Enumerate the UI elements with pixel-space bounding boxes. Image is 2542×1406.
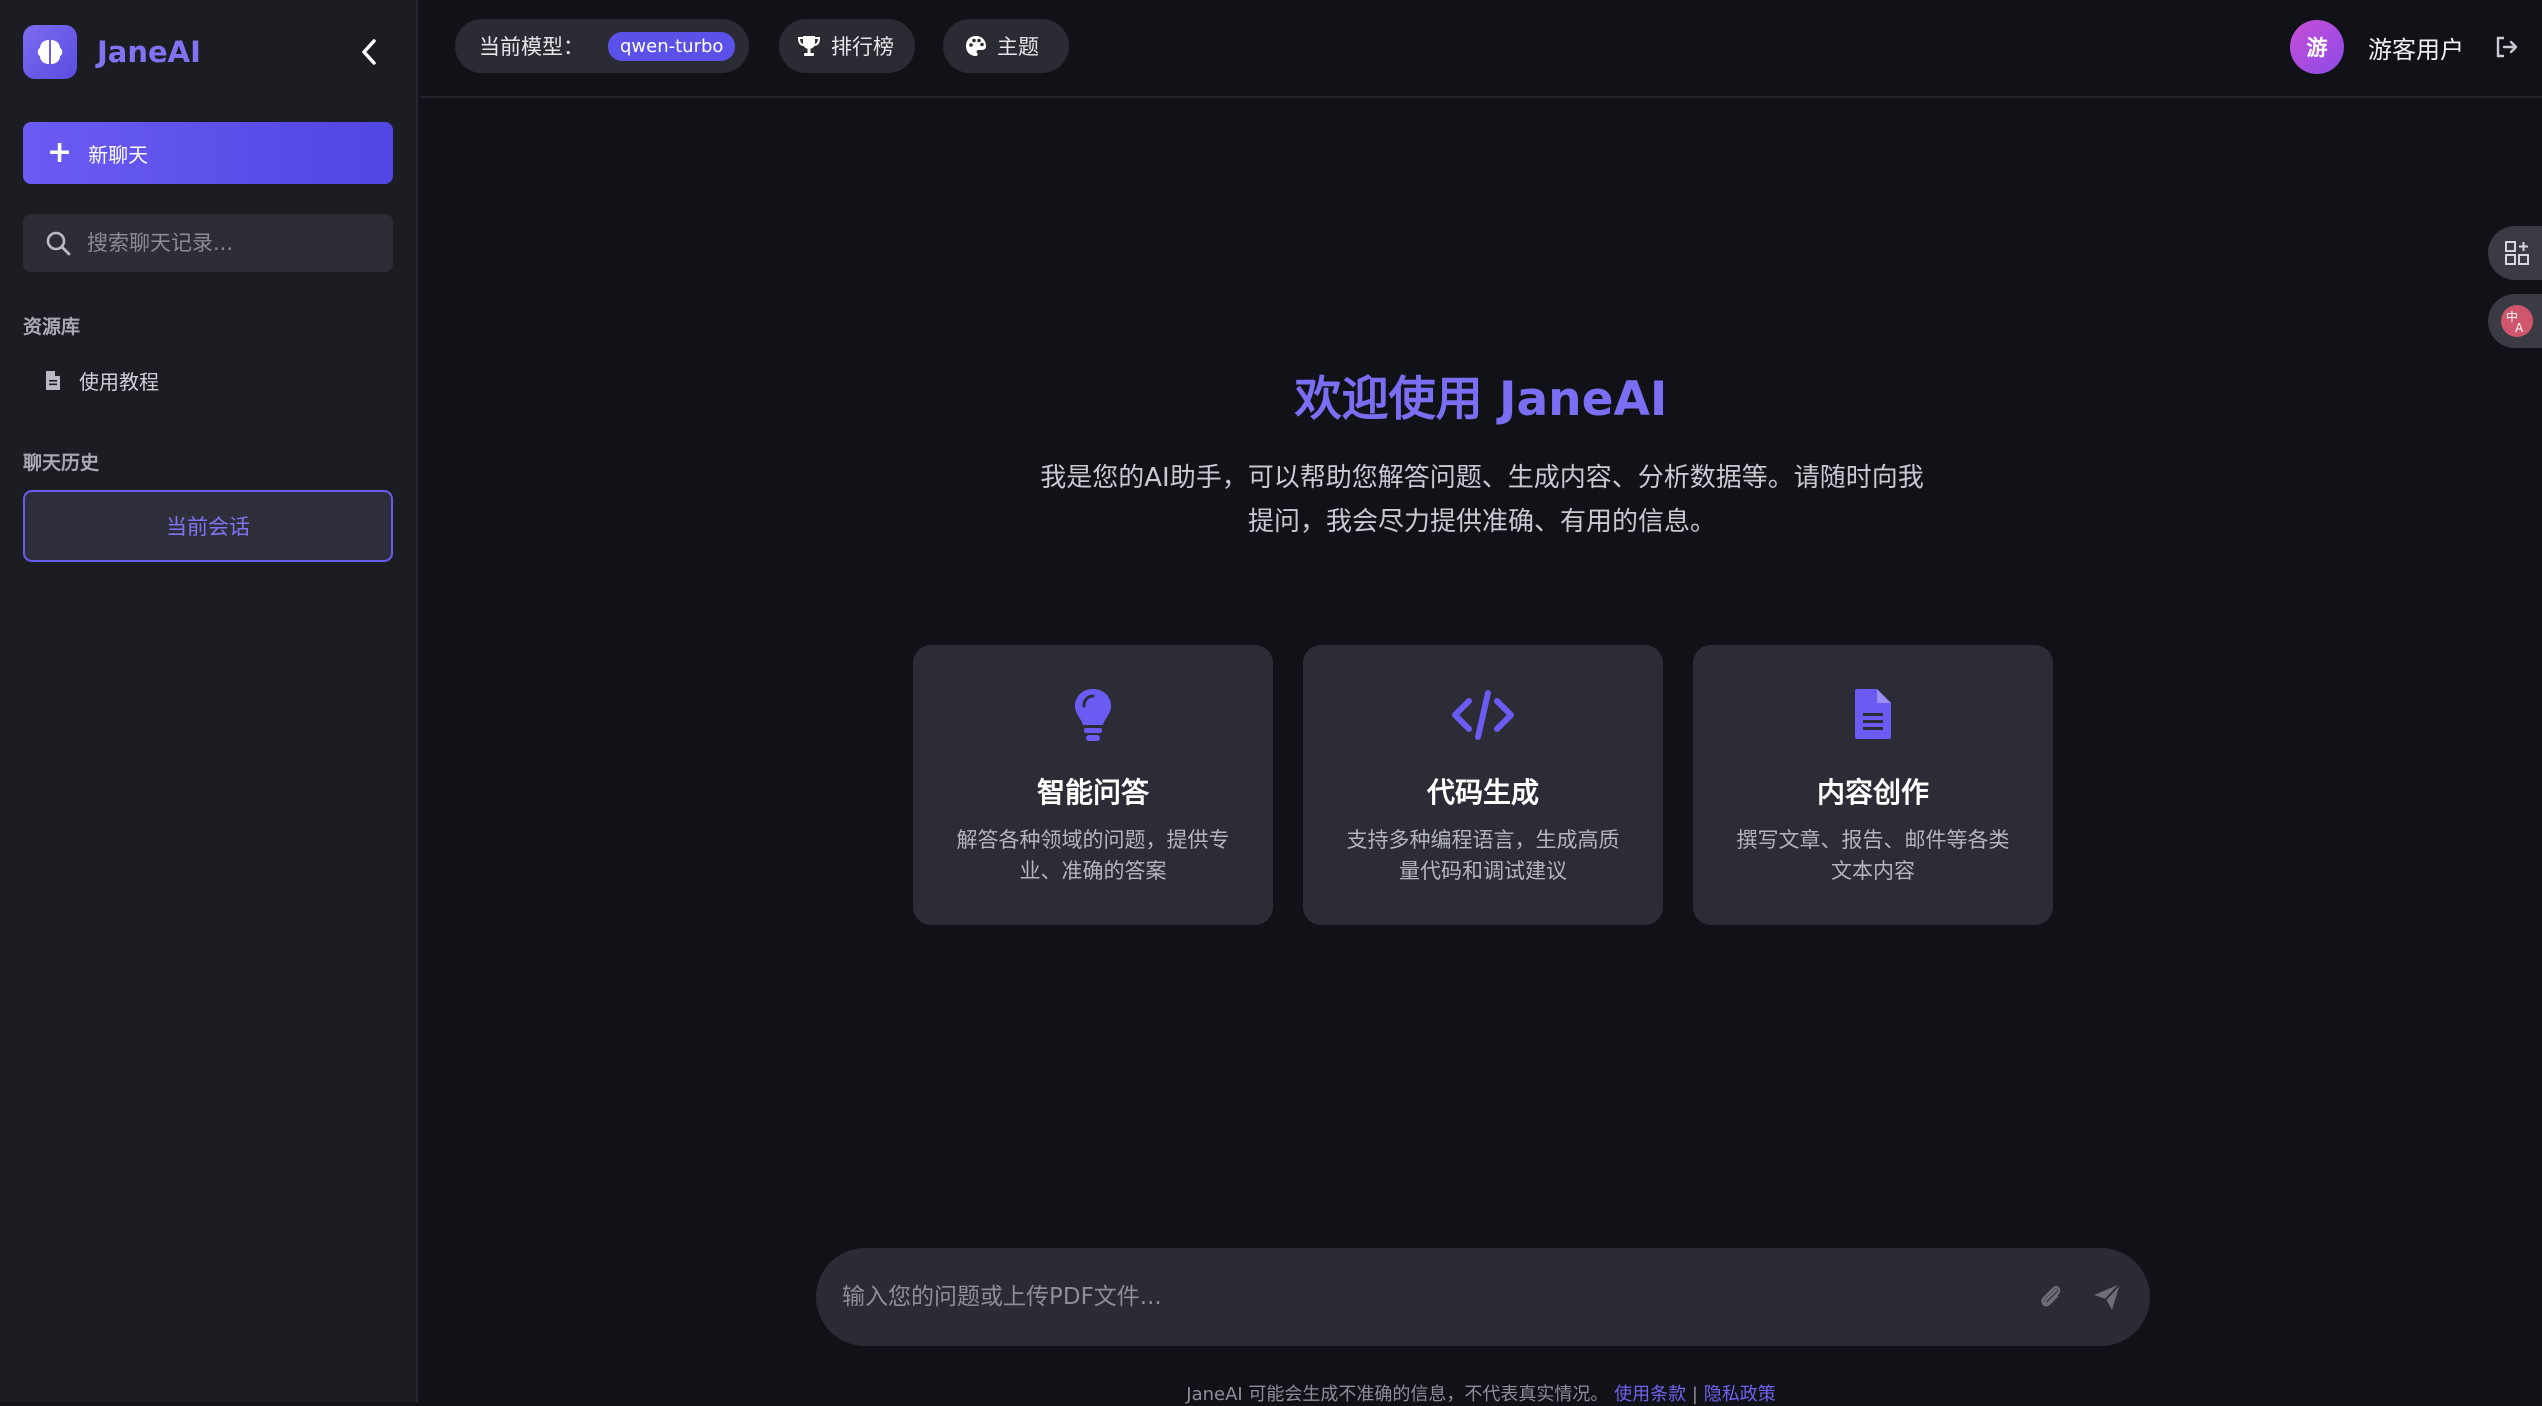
welcome-title: 欢迎使用 JaneAI xyxy=(1294,372,1668,427)
new-chat-label: 新聊天 xyxy=(88,142,149,167)
feature-card-code[interactable]: 代码生成 支持多种编程语言，生成高质量代码和调试建议 xyxy=(1303,645,1663,925)
lightbulb-icon xyxy=(913,687,1273,747)
feature-description: 解答各种领域的问题，提供专业、准确的答案 xyxy=(956,828,1230,883)
trophy-icon xyxy=(797,36,821,56)
chat-input-bar[interactable] xyxy=(816,1248,2150,1346)
logout-icon[interactable] xyxy=(2494,34,2520,60)
footer-disclaimer: JaneAI 可能会生成不准确的信息，不代表真实情况。 使用条款 | 隐私政策 xyxy=(420,1380,2542,1406)
model-label: 当前模型： xyxy=(479,35,584,59)
code-icon xyxy=(1303,687,1663,747)
feature-description: 支持多种编程语言，生成高质量代码和调试建议 xyxy=(1346,828,1620,883)
feature-card-qa[interactable]: 智能问答 解答各种领域的问题，提供专业、准确的答案 xyxy=(913,645,1273,925)
translate-widget-button[interactable]: 中 A xyxy=(2488,294,2542,348)
search-icon xyxy=(46,231,71,256)
current-session-item[interactable]: 当前会话 xyxy=(23,490,393,562)
brain-icon xyxy=(23,24,77,79)
resource-item-label: 使用教程 xyxy=(79,370,159,394)
brand[interactable]: JaneAI xyxy=(23,24,201,79)
model-selector[interactable]: 当前模型： qwen-turbo xyxy=(455,19,749,73)
apps-add-icon xyxy=(2505,241,2529,265)
user-name[interactable]: 游客用户 xyxy=(2368,30,2464,65)
history-section-title: 聊天历史 xyxy=(23,452,100,474)
search-box[interactable] xyxy=(23,214,393,272)
feature-description: 撰写文章、报告、邮件等各类文本内容 xyxy=(1736,828,2010,883)
search-input[interactable] xyxy=(85,230,375,256)
avatar[interactable]: 游 xyxy=(2290,20,2344,74)
svg-text:A: A xyxy=(2515,321,2524,335)
translate-icon: 中 A xyxy=(2501,305,2533,337)
theme-label: 主题 xyxy=(997,35,1039,59)
paperclip-icon[interactable] xyxy=(2036,1282,2066,1312)
feature-title: 内容创作 xyxy=(1816,776,1929,809)
feature-title: 代码生成 xyxy=(1426,776,1539,809)
model-badge: qwen-turbo xyxy=(608,31,736,61)
send-icon[interactable] xyxy=(2092,1282,2122,1312)
collapse-sidebar-button[interactable] xyxy=(352,32,386,72)
welcome-description: 我是您的AI助手，可以帮助您解答问题、生成内容、分析数据等。请随时向我提问，我会… xyxy=(1040,463,1924,537)
user-menu[interactable]: 游 游客用户 xyxy=(2290,20,2520,74)
resources-section-title: 资源库 xyxy=(23,316,81,338)
file-icon xyxy=(46,371,60,390)
brand-name: JaneAI xyxy=(97,34,201,69)
plus-icon: + xyxy=(47,135,73,170)
resource-item-tutorial[interactable]: 使用教程 xyxy=(45,366,159,395)
feature-card-content[interactable]: 内容创作 撰写文章、报告、邮件等各类文本内容 xyxy=(1693,645,2053,925)
leaderboard-button[interactable]: 排行榜 xyxy=(779,19,915,73)
palette-icon xyxy=(966,36,986,56)
chevron-left-icon xyxy=(362,39,376,65)
leaderboard-label: 排行榜 xyxy=(831,35,894,59)
chat-input[interactable] xyxy=(840,1283,1980,1311)
theme-button[interactable]: 主题 xyxy=(943,19,1069,73)
apps-widget-button[interactable] xyxy=(2488,226,2542,280)
sidebar: JaneAI + 新聊天 资源库 使用教程 聊天历史 当前会话 xyxy=(0,0,418,1402)
document-icon xyxy=(1693,687,2053,747)
feature-title: 智能问答 xyxy=(1036,776,1149,809)
top-bar: 当前模型： qwen-turbo 排行榜 主题 游 游客用户 xyxy=(420,0,2542,98)
new-chat-button[interactable]: + 新聊天 xyxy=(23,122,393,184)
